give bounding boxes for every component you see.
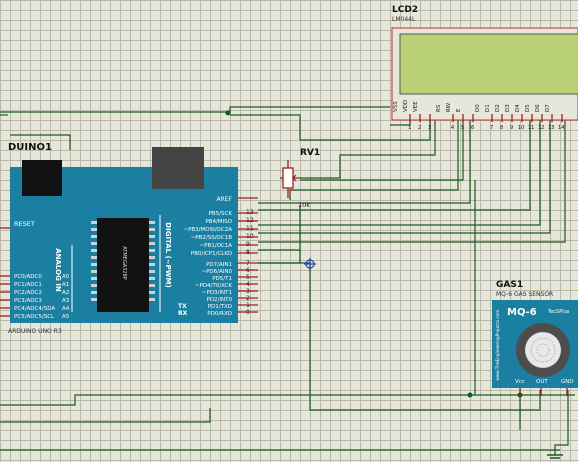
- pot-value: 10k: [298, 201, 310, 209]
- pin-label: PC4/ADC4/SDA: [14, 306, 55, 312]
- pin-label: PC3/ADC3: [14, 298, 42, 304]
- lcd-pin-number: 6: [471, 125, 474, 131]
- lcd-pin-label: VSS: [393, 101, 399, 112]
- lcd-pin-label: D5: [525, 104, 531, 112]
- lcd-pin-label: E: [456, 108, 462, 112]
- lcd-pin-numbers: 1 2 3 4 5 6 7 8 9 10 11 12 13 14: [408, 125, 564, 131]
- schematic-drawing: ATMEGA328P ANALOG IN DIGITAL (~PWM) RESE…: [0, 5, 578, 459]
- power-jack: [22, 160, 62, 196]
- gas-model: MQ-6 GAS SENSOR: [496, 291, 553, 298]
- lcd-pin-label: D4: [515, 104, 521, 112]
- pin-number: A0: [62, 274, 70, 280]
- lcd-model: LM044L: [392, 16, 416, 23]
- rx-label: RX: [178, 310, 188, 317]
- lcd-pin-number: 5: [461, 125, 464, 131]
- pin-label: PD0/RXD: [207, 311, 232, 317]
- pin-label: ~PD3/INT1: [202, 290, 232, 296]
- pin-label: PC2/ADC2: [14, 290, 42, 296]
- sensor-side-text: www.TheEngineeringProjects.com: [495, 310, 500, 381]
- probe-marker[interactable]: [304, 258, 316, 270]
- digital-title: DIGITAL (~PWM): [164, 222, 172, 287]
- lcd-pin-label: D0: [475, 104, 481, 112]
- pot-body: [282, 167, 294, 189]
- pin-label: ~PD4/T0/XCK: [195, 283, 232, 289]
- chip-label: ATMEGA328P: [121, 246, 127, 279]
- lcd-pin-number: 7: [490, 125, 493, 131]
- junction-dot: [225, 110, 231, 116]
- sensor-pin-labels: Vcc OUT GND: [515, 379, 574, 385]
- junctions: [225, 110, 523, 398]
- pot-wiper: [292, 174, 300, 182]
- lcd-pin-number: 13: [548, 125, 554, 131]
- pin-label: PC0/ADC0: [14, 274, 42, 280]
- pin-label: ~PB1/OC1A: [200, 243, 233, 249]
- sensor-title: MQ-6: [507, 307, 537, 318]
- lcd-ref: LCD2: [392, 5, 418, 15]
- pin-label: PB0/ICP1/CLKO: [191, 251, 233, 257]
- lcd-pin-label: D6: [535, 104, 541, 112]
- lcd-pin-number: 4: [451, 125, 454, 131]
- sensor-pin-label: Vcc: [515, 379, 525, 385]
- pin-number: A4: [62, 306, 70, 312]
- pin-label: ~PB3/MOSI/OC2A: [183, 227, 232, 233]
- lcd-pin-number: 9: [510, 125, 513, 131]
- lcd-pin-label: VDD: [403, 100, 409, 112]
- lcd-pin-number: 3: [428, 125, 431, 131]
- ground-symbol: [547, 454, 563, 459]
- arduino-board[interactable]: ATMEGA328P ANALOG IN DIGITAL (~PWM) RESE…: [0, 142, 258, 335]
- right-pin-numbers-top: 13 12 11 10 9 8: [246, 209, 254, 256]
- pin-label: PD2/INT0: [207, 297, 233, 303]
- tx-label: TX: [178, 303, 187, 310]
- lcd-pin-label: D2: [495, 104, 501, 112]
- pin-label: PC1/ADC1: [14, 282, 42, 288]
- left-pin-stubs[interactable]: [0, 275, 10, 317]
- arduino-ref: DUINO1: [8, 142, 52, 153]
- pin-label: PD7/AIN1: [206, 262, 232, 268]
- pin-label: ~PD6/AIN0: [201, 269, 232, 275]
- gas-ref: GAS1: [496, 280, 523, 290]
- pin-label: PD5/T1: [212, 276, 232, 282]
- gas-sensor[interactable]: GAS1 MQ-6 GAS SENSOR MQ-6 TecSPlus www.T…: [492, 280, 578, 396]
- pin-number: A3: [62, 298, 70, 304]
- lcd-screen: [399, 33, 578, 95]
- aref-label: AREF: [216, 196, 232, 203]
- lcd-pin-label: D7: [545, 104, 551, 112]
- lcd-pin-number: 14: [558, 125, 564, 131]
- sensor-pin-label: OUT: [536, 379, 548, 385]
- lcd-pin-number: 8: [500, 125, 503, 131]
- junction-dot: [467, 392, 473, 398]
- usb-port: [152, 147, 204, 189]
- lcd-pin-number: 12: [538, 125, 544, 131]
- pin-number: A5: [62, 314, 70, 320]
- sensor-pin-label: GND: [561, 379, 574, 385]
- lcd-pin-number: 1: [408, 125, 411, 131]
- pot-ref: RV1: [300, 148, 320, 158]
- pin-number: A1: [62, 282, 69, 288]
- pin-label: PC5/ADC5/SCL: [14, 314, 55, 320]
- lcd-pin-number: 2: [418, 125, 421, 131]
- lcd-pin-label: RW: [446, 102, 452, 112]
- sensor-brand: TecSPlus: [547, 309, 570, 315]
- reset-label: RESET: [14, 220, 35, 228]
- pin-label: PB4/MISO: [205, 219, 232, 225]
- pin-label: PB5/SCK: [209, 211, 233, 217]
- lcd-pin-number: 10: [518, 125, 524, 131]
- lcd-pin-number: 11: [528, 125, 534, 131]
- lcd-pin-label: D3: [505, 104, 511, 112]
- analog-in-title: ANALOG IN: [54, 248, 62, 292]
- right-pin-numbers-bottom: 7 6 5 4 3 2 1 0: [246, 260, 250, 316]
- lcd-pin-label: D1: [485, 104, 491, 112]
- pin-label: PD1/TXD: [208, 304, 232, 310]
- pin-label: ~PB2/SS/OC1B: [191, 235, 233, 241]
- lcd-module[interactable]: LCD2 LM044L VSS VDD VEE RS RW E D0 D1 D2…: [391, 5, 578, 131]
- pin-number: A2: [62, 290, 69, 296]
- arduino-model: ARDUINO UNO R3: [8, 328, 62, 335]
- lcd-pin-label: VEE: [413, 101, 419, 112]
- lcd-pin-label: RS: [436, 104, 442, 112]
